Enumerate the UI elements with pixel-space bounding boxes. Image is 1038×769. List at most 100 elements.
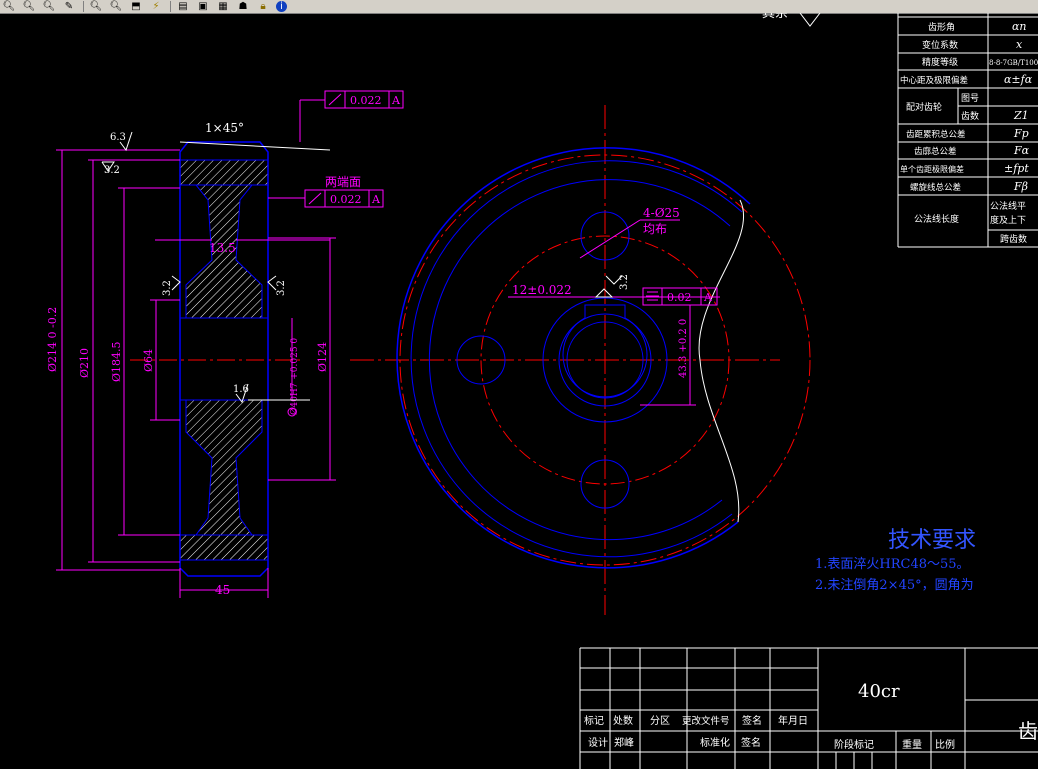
tool-palette-icon[interactable]: ☗: [236, 1, 250, 12]
svg-text:A: A: [703, 291, 713, 304]
svg-text:更改文件号: 更改文件号: [682, 715, 730, 727]
dim-bore: Ø64: [142, 349, 155, 372]
svg-text:跨齿数: 跨齿数: [1000, 233, 1027, 245]
svg-text:配对齿轮: 配对齿轮: [906, 101, 942, 113]
outer-arc: [396, 147, 751, 569]
toolbar-separator: [170, 1, 171, 12]
tech-req-line1: 1.表面淬火HRC48～55。: [815, 557, 970, 572]
svg-text:比例: 比例: [935, 738, 955, 751]
svg-text:Fβ: Fβ: [1013, 180, 1028, 193]
svg-text:齿距累积总公差: 齿距累积总公差: [906, 129, 966, 140]
web-bottom-hatch: [185, 399, 263, 536]
svg-text:齿数: 齿数: [961, 110, 979, 122]
svg-text:x: x: [1016, 38, 1023, 51]
zoom-previous-icon[interactable]: 🔍︎: [109, 1, 123, 12]
toolbar-separator: [83, 1, 84, 12]
svg-text:分区: 分区: [650, 715, 670, 727]
svg-text:A: A: [391, 94, 401, 107]
keyway-width: 12±0.022: [512, 283, 572, 297]
dim-width: 45: [215, 583, 230, 597]
help-icon[interactable]: i: [276, 1, 287, 12]
roughness-left: 3.2: [162, 280, 173, 296]
svg-text:齿形角: 齿形角: [928, 21, 955, 33]
svg-text:变位系数: 变位系数: [922, 39, 958, 51]
svg-text:αn: αn: [1012, 20, 1027, 33]
zoom-in-icon[interactable]: 🔍︎: [89, 1, 103, 12]
front-roughness: 3.2: [619, 274, 630, 290]
svg-text:齿廓总公差: 齿廓总公差: [914, 146, 957, 157]
cad-drawing: Ø214 0 -0.2 Ø210 Ø184.5 Ø64 Ø124 Ø40H7 +…: [46, 13, 1038, 769]
chamfer-leader: [179, 141, 331, 151]
zoom-window-icon[interactable]: 🔍︎: [42, 1, 56, 12]
symmetry-frame: 0.02 A: [642, 287, 718, 306]
svg-text:图号: 图号: [961, 93, 979, 104]
two-ends-label: 两端面: [325, 175, 361, 189]
svg-text:重量: 重量: [902, 738, 922, 751]
svg-text:标准化: 标准化: [700, 736, 730, 749]
svg-text:签名: 签名: [742, 714, 762, 727]
svg-text:公法线长度: 公法线长度: [914, 213, 959, 225]
svg-text:度及上下: 度及上下: [990, 214, 1026, 226]
other-surfaces-label: 其余: [762, 13, 788, 21]
svg-text:Z1: Z1: [1013, 109, 1029, 122]
svg-text:Fp: Fp: [1013, 127, 1029, 140]
roughness-right: 3.2: [276, 280, 287, 296]
zoom-out-icon[interactable]: 🔍︎: [2, 1, 16, 12]
svg-text:8-8-7GB/T100: 8-8-7GB/T100: [989, 59, 1038, 67]
toolbar: 🔍︎ 🔍︎ 🔍︎ ✎ 🔍︎ 🔍︎ ⬒ ⚡ ▤ ▣ ▦ ☗ 🔒︎ i: [0, 0, 1038, 14]
zoom-realtime-icon[interactable]: ✎: [62, 1, 76, 12]
svg-text:阶段标记: 阶段标记: [834, 738, 874, 751]
svg-text:签名: 签名: [741, 736, 761, 749]
tech-requirements: 技术要求 1.表面淬火HRC48～55。 2.未注倒角2×45°，圆角为: [815, 528, 976, 593]
front-view: 12±0.022 3.2 0.02 A 43.3 +0.2 0 4-Ø25 均布: [350, 105, 811, 615]
lightning-icon[interactable]: ⚡: [149, 1, 163, 12]
dim-outer-diameter: Ø214 0 -0.2: [46, 307, 59, 372]
svg-text:精度等级: 精度等级: [922, 56, 958, 68]
svg-text:A: A: [371, 193, 381, 206]
layer-icon[interactable]: ▤: [176, 1, 190, 12]
dim-hub: Ø124: [316, 342, 329, 372]
rim-top-hatch: [179, 159, 269, 186]
tolerance-frame-mid: 0.022 A: [304, 189, 384, 208]
rim-bottom-hatch: [179, 534, 269, 561]
dim-shaft: Ø40H7 +0.025 0: [289, 338, 300, 415]
svg-text:0.022: 0.022: [350, 94, 382, 107]
chamfer-note: 1×45°: [205, 121, 244, 135]
svg-text:年月日: 年月日: [778, 714, 808, 727]
roughness-top2: 3.2: [104, 165, 120, 176]
svg-text:0.022: 0.022: [330, 193, 362, 206]
lock-icon[interactable]: 🔒︎: [256, 1, 270, 12]
svg-text:处数: 处数: [613, 714, 633, 727]
svg-text:设计: 设计: [588, 736, 608, 749]
svg-text:郑峰: 郑峰: [614, 736, 634, 749]
spec-table: 其余 齿形角 αn 变位系数 x 精度等级 8-8-7GB/T100 中心距及极…: [762, 13, 1038, 248]
svg-text:标记: 标记: [584, 715, 604, 727]
tolerance-frame-top: 0.022 A: [324, 90, 404, 109]
dim-184: Ø184.5: [110, 341, 123, 382]
inner-arc: [410, 160, 743, 558]
side-view: Ø214 0 -0.2 Ø210 Ø184.5 Ø64 Ø124 Ø40H7 +…: [46, 90, 404, 598]
svg-text:Fα: Fα: [1013, 144, 1030, 157]
dim-210: Ø210: [78, 348, 91, 378]
hole-note-count: 4-Ø25: [643, 206, 680, 220]
svg-text:公法线平: 公法线平: [990, 200, 1026, 212]
tech-req-title: 技术要求: [888, 528, 976, 553]
break-line: [698, 199, 745, 523]
svg-text:中心距及极限偏差: 中心距及极限偏差: [900, 75, 968, 86]
roughness-top: 6.3: [110, 132, 126, 143]
dim-web-thickness: 13.5: [209, 241, 236, 255]
keyway-depth: 43.3 +0.2 0: [678, 319, 689, 378]
zoom-icon[interactable]: 🔍︎: [22, 1, 36, 12]
svg-text:0.02: 0.02: [667, 291, 692, 304]
svg-text:单个齿距极限偏差: 单个齿距极限偏差: [900, 164, 964, 174]
part-name: 齿: [1018, 719, 1038, 743]
svg-text:α±fα: α±fα: [1004, 73, 1033, 86]
properties-icon[interactable]: ▣: [196, 1, 210, 12]
tech-req-line2: 2.未注倒角2×45°，圆角为: [815, 578, 974, 593]
svg-text:螺旋线总公差: 螺旋线总公差: [910, 182, 961, 193]
zoom-extents-icon[interactable]: ⬒: [129, 1, 143, 12]
design-center-icon[interactable]: ▦: [216, 1, 230, 12]
title-block: 40cr 齿 标记 处数 分区 更改文件号 签名 年月日 设计 郑峰 标准化 签…: [579, 647, 1038, 769]
svg-text:±fpt: ±fpt: [1004, 162, 1029, 175]
material: 40cr: [858, 681, 900, 702]
